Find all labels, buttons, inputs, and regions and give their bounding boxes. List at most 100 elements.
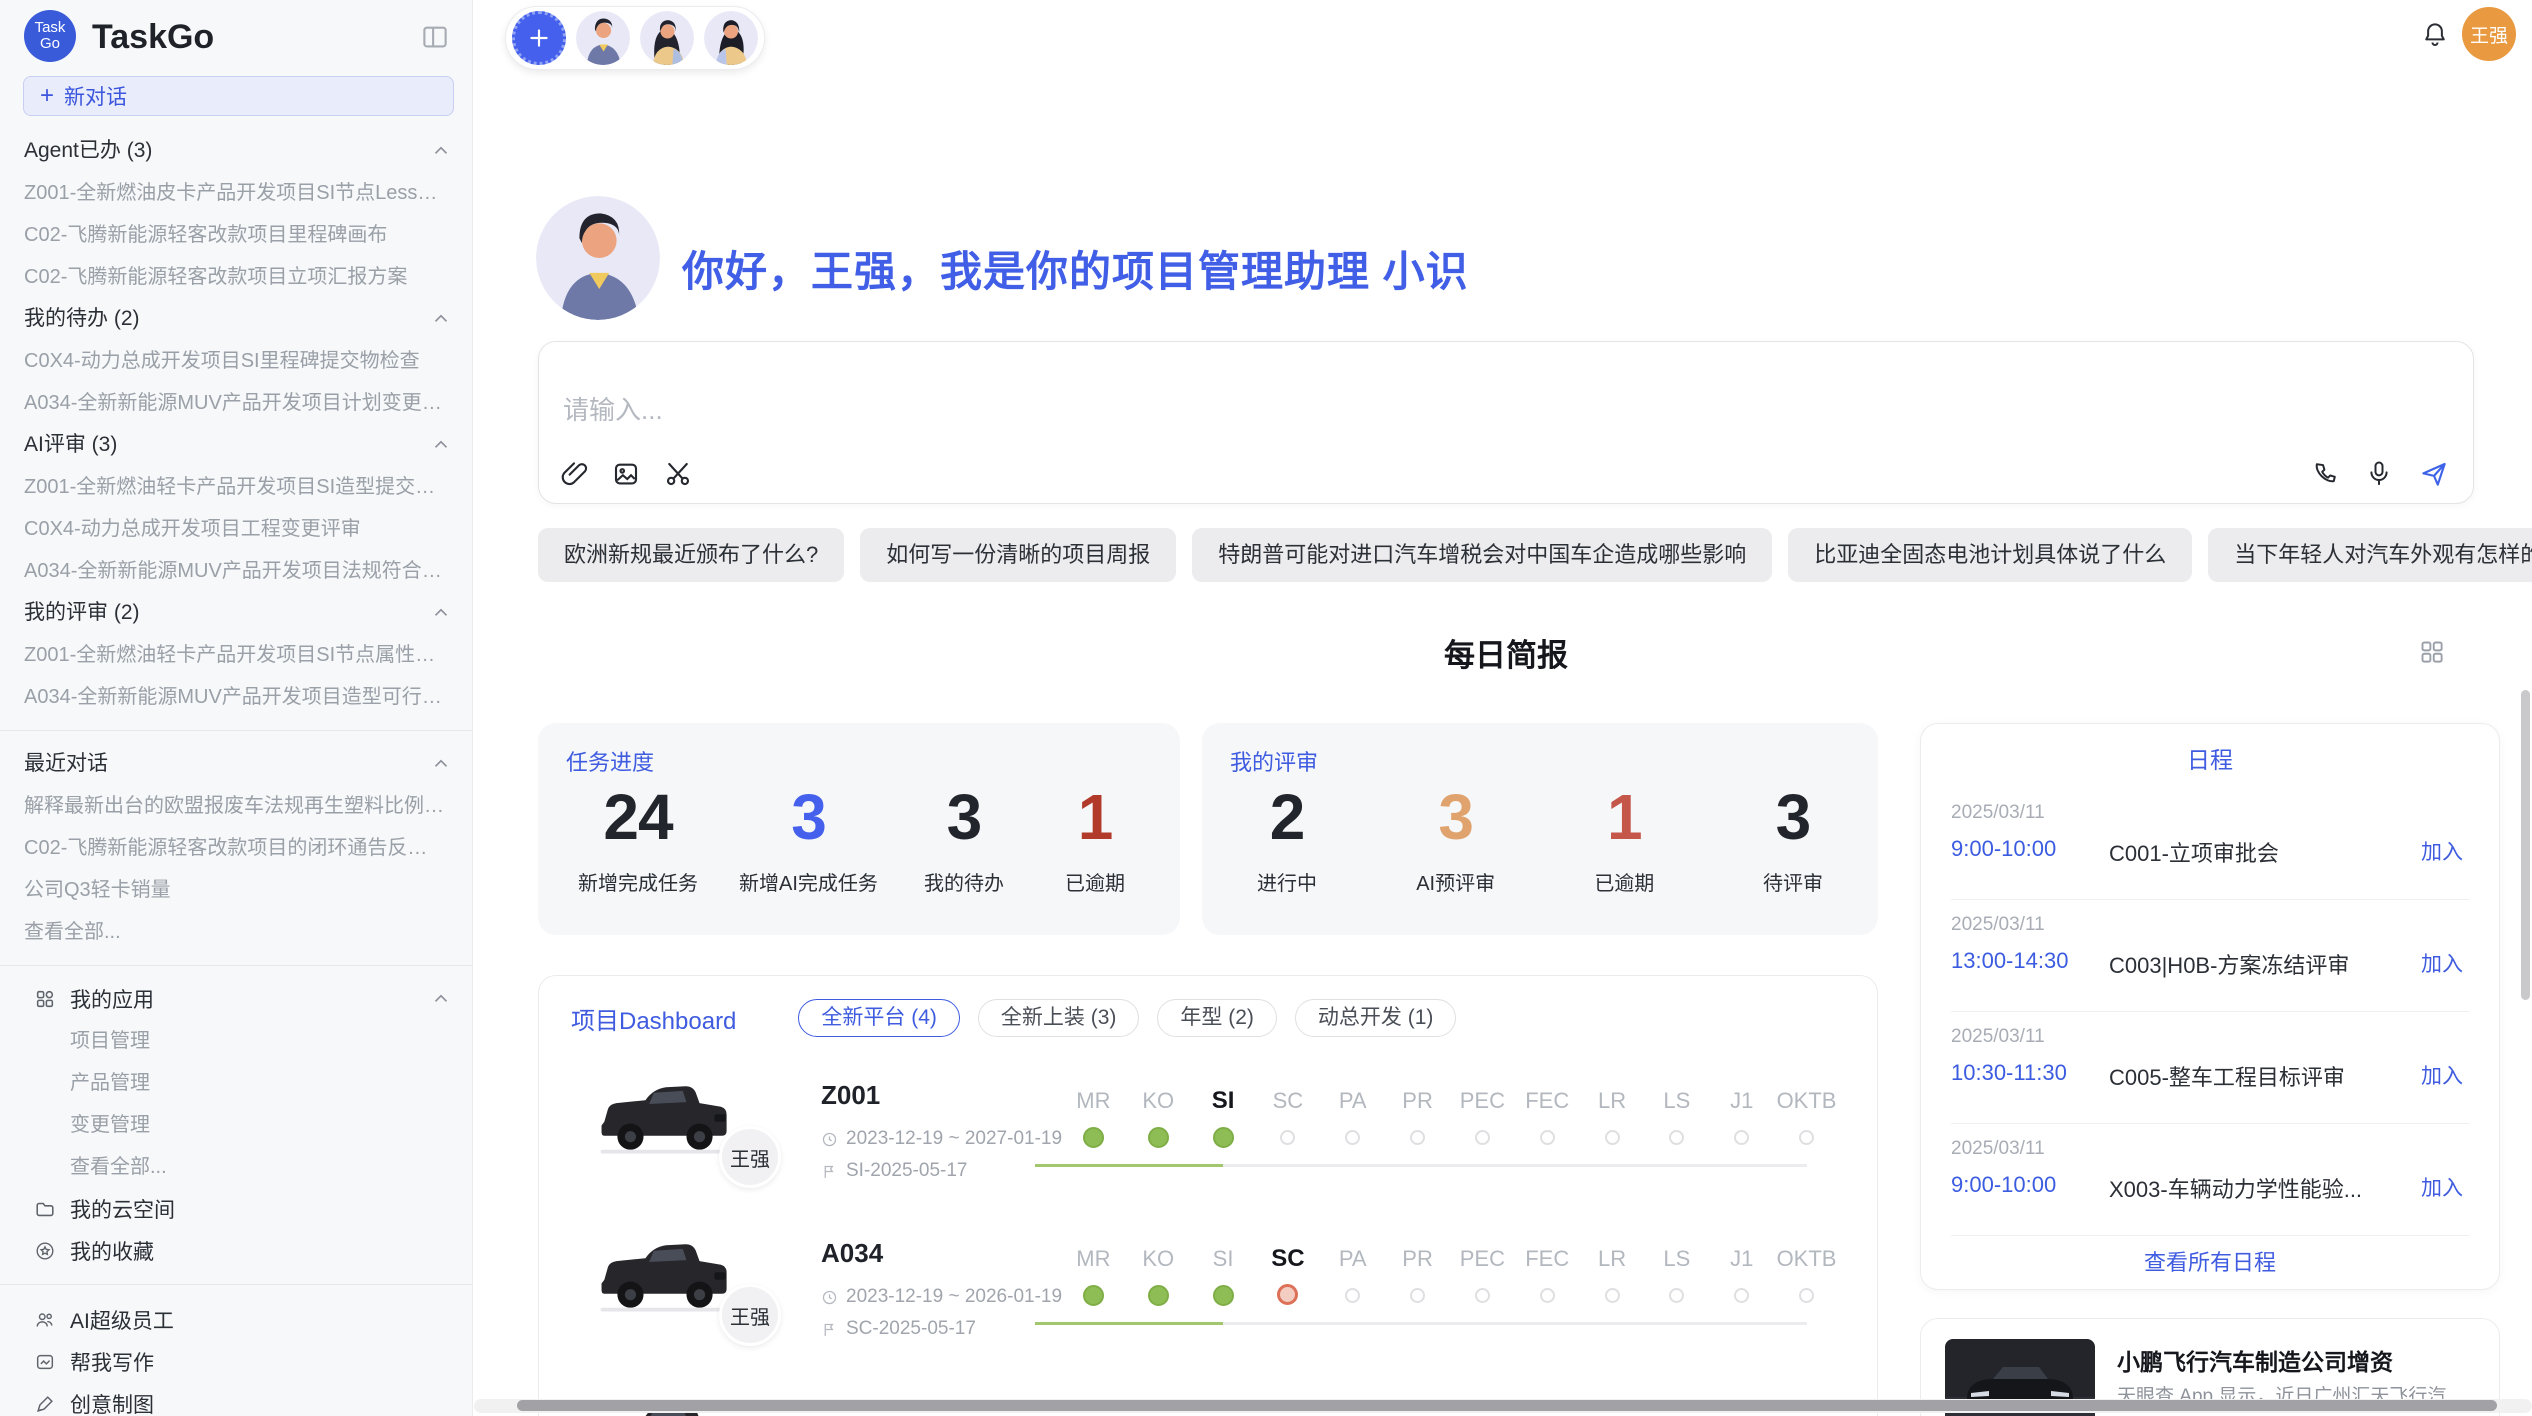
schedule-date: 2025/03/11 bbox=[1951, 1026, 2045, 1048]
join-link[interactable]: 加入 bbox=[2421, 948, 2463, 978]
send-icon[interactable] bbox=[2419, 459, 2449, 489]
schedule-item: 2025/03/11 9:00-10:00 C001-立项审批会 加入 bbox=[1951, 788, 2469, 900]
app-item-project-mgmt[interactable]: 项目管理 bbox=[0, 1020, 472, 1062]
assistant-avatar[interactable] bbox=[704, 11, 758, 65]
image-icon[interactable] bbox=[611, 459, 641, 489]
sidebar-item[interactable]: Z001-全新燃油轻卡产品开发项目SI节点属性5D文件评审 bbox=[0, 634, 472, 676]
assistant-avatar[interactable] bbox=[640, 11, 694, 65]
assistant-avatar[interactable] bbox=[576, 11, 630, 65]
milestone-dot bbox=[1280, 1130, 1295, 1145]
section-label: 我的评审 (2) bbox=[24, 601, 140, 624]
milestone: SC bbox=[1255, 1242, 1320, 1306]
sidebar-section-recent[interactable]: 最近对话 bbox=[0, 743, 472, 785]
filter-pill-model-year[interactable]: 年型 (2) bbox=[1157, 999, 1277, 1037]
horizontal-scrollbar-thumb[interactable] bbox=[517, 1400, 2497, 1411]
suggestion-chip[interactable]: 特朗普可能对进口汽车增税会对中国车企造成哪些影响 bbox=[1192, 528, 1772, 582]
sidebar-item[interactable]: A034-全新新能源MUV产品开发项目计划变更表编写 bbox=[0, 382, 472, 424]
project-car-image bbox=[595, 1228, 735, 1324]
attachment-icon[interactable] bbox=[559, 459, 589, 489]
sidebar-my-favorites[interactable]: 我的收藏 bbox=[0, 1230, 472, 1272]
phone-icon[interactable] bbox=[2311, 459, 2341, 489]
new-chat-button[interactable]: + 新对话 bbox=[23, 76, 454, 116]
sidebar-item[interactable]: Z001-全新燃油轻卡产品开发项目SI造型提交物评审 bbox=[0, 466, 472, 508]
sidebar-item[interactable]: C02-飞腾新能源轻客改款项目立项汇报方案 bbox=[0, 256, 472, 298]
filter-pill-powertrain[interactable]: 动总开发 (1) bbox=[1295, 999, 1457, 1037]
milestone: PEC bbox=[1450, 1084, 1515, 1148]
add-assistant-button[interactable] bbox=[512, 11, 566, 65]
sidebar-section-ai-review[interactable]: AI评审 (3) bbox=[0, 424, 472, 466]
scissors-icon[interactable] bbox=[663, 459, 693, 489]
collapse-sidebar-icon[interactable] bbox=[420, 22, 450, 52]
my-cloud-label: 我的云空间 bbox=[70, 1194, 175, 1224]
filter-pill-new-platform[interactable]: 全新平台 (4) bbox=[798, 999, 960, 1037]
recent-chat-item[interactable]: C02-飞腾新能源轻客改款项目的闭环通告反馈情况 bbox=[0, 827, 472, 869]
divider bbox=[0, 1284, 472, 1285]
microphone-icon[interactable] bbox=[2365, 459, 2395, 489]
join-link[interactable]: 加入 bbox=[2421, 836, 2463, 866]
app-item-change-mgmt[interactable]: 变更管理 bbox=[0, 1104, 472, 1146]
recent-view-all[interactable]: 查看全部... bbox=[0, 911, 472, 953]
sidebar-item[interactable]: C0X4-动力总成开发项目工程变更评审 bbox=[0, 508, 472, 550]
project-row-z001[interactable]: 王强 Z001 2023-12-19 ~ 2027-01-19 SI-2025-… bbox=[539, 1060, 1877, 1218]
section-label: Agent已办 (3) bbox=[24, 139, 152, 162]
project-owner-badge: 王强 bbox=[719, 1126, 781, 1188]
stat-label: 待评审 bbox=[1748, 867, 1838, 896]
user-avatar[interactable]: 王强 bbox=[2462, 7, 2516, 61]
milestone: PA bbox=[1320, 1084, 1385, 1148]
project-row-a034[interactable]: 王强 A034 2023-12-19 ~ 2026-01-19 SC-2025-… bbox=[539, 1218, 1877, 1376]
vertical-scrollbar-thumb[interactable] bbox=[2521, 690, 2530, 1000]
suggestion-chip[interactable]: 如何写一份清晰的项目周报 bbox=[860, 528, 1176, 582]
stat-value: 24 bbox=[578, 781, 698, 853]
stat-value: 3 bbox=[1411, 781, 1501, 853]
sidebar-ai-employees[interactable]: AI超级员工 bbox=[0, 1299, 472, 1341]
milestone-dot bbox=[1605, 1288, 1620, 1303]
suggestion-chip[interactable]: 当下年轻人对汽车外观有怎样的喜好趋势 bbox=[2208, 528, 2532, 582]
milestone: PR bbox=[1385, 1084, 1450, 1148]
section-label: 最近对话 bbox=[24, 752, 108, 775]
sidebar-section-my-todo[interactable]: 我的待办 (2) bbox=[0, 298, 472, 340]
milestone: SI bbox=[1191, 1084, 1256, 1148]
card-title: 任务进度 bbox=[566, 745, 654, 777]
join-link[interactable]: 加入 bbox=[2421, 1060, 2463, 1090]
milestone-dot bbox=[1540, 1130, 1555, 1145]
sidebar-section-agent-done[interactable]: Agent已办 (3) bbox=[0, 130, 472, 172]
sidebar-section-my-review[interactable]: 我的评审 (2) bbox=[0, 592, 472, 634]
section-label: AI评审 (3) bbox=[24, 433, 117, 456]
schedule-time: 9:00-10:00 bbox=[1951, 836, 2056, 862]
milestone: OKTB bbox=[1774, 1242, 1839, 1306]
milestone: PR bbox=[1385, 1242, 1450, 1306]
layout-grid-icon[interactable] bbox=[2418, 638, 2445, 665]
suggestion-chip[interactable]: 欧洲新规最近颁布了什么? bbox=[538, 528, 844, 582]
sidebar-my-cloud[interactable]: 我的云空间 bbox=[0, 1188, 472, 1230]
sidebar-creative-draw[interactable]: 创意制图 bbox=[0, 1383, 472, 1416]
suggestion-chip[interactable]: 比亚迪全固态电池计划具体说了什么 bbox=[1788, 528, 2192, 582]
sidebar-item[interactable]: A034-全新新能源MUV产品开发项目法规符合性评审 bbox=[0, 550, 472, 592]
stat: 1 已逾期 bbox=[1050, 781, 1140, 896]
milestone-dot bbox=[1410, 1130, 1425, 1145]
app-item-view-all[interactable]: 查看全部... bbox=[0, 1146, 472, 1188]
sidebar-my-apps[interactable]: 我的应用 bbox=[0, 978, 472, 1020]
filter-pill-new-body[interactable]: 全新上装 (3) bbox=[978, 999, 1140, 1037]
schedule-event-title: X003-车辆动力学性能验... bbox=[2109, 1172, 2362, 1204]
sidebar-item[interactable]: Z001-全新燃油皮卡产品开发项目SI节点Lesson Learn报告 bbox=[0, 172, 472, 214]
assistant-switcher bbox=[505, 6, 765, 70]
join-link[interactable]: 加入 bbox=[2421, 1172, 2463, 1202]
view-all-schedule-link[interactable]: 查看所有日程 bbox=[1921, 1236, 2499, 1290]
stat-value: 3 bbox=[739, 781, 878, 853]
app-item-product-mgmt[interactable]: 产品管理 bbox=[0, 1062, 472, 1104]
chat-input[interactable] bbox=[561, 394, 1761, 427]
recent-chat-item[interactable]: 解释最新出台的欧盟报废车法规再生塑料比例被调至15%... bbox=[0, 785, 472, 827]
sidebar-item[interactable]: C02-飞腾新能源轻客改款项目里程碑画布 bbox=[0, 214, 472, 256]
milestone: KO bbox=[1126, 1242, 1191, 1306]
chevron-up-icon bbox=[430, 988, 452, 1010]
flag-icon bbox=[821, 1163, 838, 1180]
notifications-bell-icon[interactable] bbox=[2420, 20, 2450, 50]
sidebar-help-write[interactable]: 帮我写作 bbox=[0, 1341, 472, 1383]
milestone: FEC bbox=[1515, 1242, 1580, 1306]
sidebar-item[interactable]: A034-全新新能源MUV产品开发项目造型可行性评审 bbox=[0, 676, 472, 718]
sidebar-item[interactable]: C0X4-动力总成开发项目SI里程碑提交物检查 bbox=[0, 340, 472, 382]
milestone: MR bbox=[1061, 1242, 1126, 1306]
milestone-label: KO bbox=[1126, 1084, 1191, 1118]
recent-chat-item[interactable]: 公司Q3轻卡销量 bbox=[0, 869, 472, 911]
suggestion-chips: 欧洲新规最近颁布了什么? 如何写一份清晰的项目周报 特朗普可能对进口汽车增税会对… bbox=[538, 528, 2474, 582]
